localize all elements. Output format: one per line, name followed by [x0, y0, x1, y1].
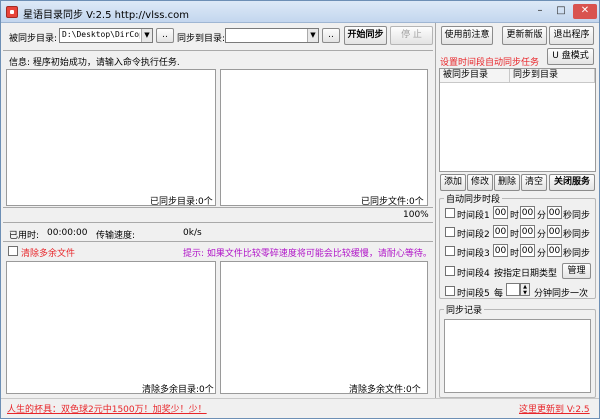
browse-target-button[interactable]: .. — [322, 28, 340, 43]
slot3-label: 时间段3 — [457, 249, 490, 259]
footer-update-link[interactable]: 这里更新到 V:2.5 — [519, 402, 590, 415]
spinner-icon[interactable]: ▲ ▼ — [520, 283, 530, 296]
progress-text: 100% — [403, 210, 429, 220]
browse-source-button[interactable]: .. — [156, 28, 174, 43]
slot4-label: 时间段4 — [457, 269, 490, 279]
target-dir-label: 同步到目录: — [177, 34, 226, 44]
slot3-second[interactable]: 00 — [547, 244, 562, 257]
slot1-hour[interactable]: 00 — [493, 206, 508, 219]
slot2-hour[interactable]: 00 — [493, 225, 508, 238]
slot1-label: 时间段1 — [457, 211, 490, 221]
main-window: 星语目录同步 V:2.5 http://vlss.com – □ ✕ 被同步目录… — [0, 0, 600, 419]
slot3-hour[interactable]: 00 — [493, 244, 508, 257]
chevron-down-icon[interactable]: ▼ — [141, 29, 152, 42]
maximize-button[interactable]: □ — [552, 4, 570, 19]
slot2-second[interactable]: 00 — [547, 225, 562, 238]
synced-dirs-count: 已同步目录:0个 — [150, 197, 213, 207]
slot5-interval-input[interactable] — [506, 283, 520, 296]
divider — [3, 50, 433, 51]
sync-log-area[interactable] — [444, 319, 591, 393]
target-files-panel[interactable] — [220, 69, 428, 206]
slot4-checkbox[interactable] — [445, 266, 455, 276]
notice-button[interactable]: 使用前注意 — [441, 26, 493, 45]
cleared-files-count: 清除多余文件:0个 — [349, 385, 421, 395]
slot5-suffix: 分钟同步一次 — [534, 289, 589, 299]
stop-button[interactable]: 停 止 — [390, 26, 433, 45]
clear-extra-label[interactable]: 清除多余文件 — [21, 246, 75, 259]
slot1-minute[interactable]: 00 — [520, 206, 535, 219]
exit-button[interactable]: 退出程序 — [549, 26, 594, 45]
slot5-checkbox[interactable] — [445, 286, 455, 296]
add-task-button[interactable]: 添加 — [440, 174, 466, 191]
divider — [3, 207, 433, 208]
slot3-minute[interactable]: 00 — [520, 244, 535, 257]
slot2-minute[interactable]: 00 — [520, 225, 535, 238]
source-files-panel[interactable] — [6, 69, 216, 206]
second-sync-unit: 秒同步 — [563, 230, 591, 240]
delete-task-button[interactable]: 删除 — [494, 174, 520, 191]
slot2-label: 时间段2 — [457, 230, 490, 240]
extra-dirs-panel[interactable] — [6, 261, 216, 394]
column-divider — [435, 23, 436, 398]
auto-task-text: 设置时间段自动同步任务 — [440, 58, 540, 68]
cleared-dirs-count: 清除多余目录:0个 — [142, 385, 214, 395]
time-used-label: 已用时: — [9, 231, 40, 241]
column-header-target[interactable]: 同步到目录 — [510, 69, 595, 83]
target-dir-combo[interactable]: ▼ — [225, 28, 319, 43]
update-button[interactable]: 更新新版 — [502, 26, 547, 45]
synced-files-count: 已同步文件:0个 — [361, 197, 424, 207]
close-button[interactable]: ✕ — [573, 4, 597, 19]
start-sync-button[interactable]: 开始同步 — [344, 26, 387, 45]
source-dir-combo[interactable]: D:\Desktop\DirCopy ▼ — [59, 28, 153, 43]
slot2-checkbox[interactable] — [445, 227, 455, 237]
edit-task-button[interactable]: 修改 — [467, 174, 493, 191]
manage-button[interactable]: 管理 — [562, 263, 591, 279]
every-label: 每 — [494, 289, 504, 299]
source-dir-value: D:\Desktop\DirCopy — [62, 30, 140, 39]
minute-unit: 分 — [537, 249, 547, 259]
source-dir-label: 被同步目录: — [9, 34, 58, 44]
info-text: 信息: 程序初始成功，请输入命令执行任务. — [9, 58, 180, 68]
close-service-button[interactable]: 关闭服务 — [549, 174, 595, 191]
hour-unit: 时 — [510, 230, 520, 240]
column-header-source[interactable]: 被同步目录 — [440, 69, 510, 83]
chevron-down-icon[interactable]: ▼ — [307, 29, 318, 42]
slot5-label: 时间段5 — [457, 289, 490, 299]
minute-unit: 分 — [537, 211, 547, 221]
second-sync-unit: 秒同步 — [563, 249, 591, 259]
app-icon — [6, 6, 18, 18]
footer-divider — [1, 398, 599, 399]
speed-label: 传输速度: — [96, 231, 136, 241]
divider — [3, 241, 433, 242]
speed-value: 0k/s — [183, 228, 202, 238]
divider — [3, 222, 433, 223]
hour-unit: 时 — [510, 211, 520, 221]
hour-unit: 时 — [510, 249, 520, 259]
hint-text: 提示: 如果文件比较零碎速度将可能会比较缓慢，请耐心等待。 — [183, 249, 432, 259]
slot1-checkbox[interactable] — [445, 208, 455, 218]
minimize-button[interactable]: – — [531, 4, 549, 19]
footer-lottery-link[interactable]: 人生的杯具：双色球2元中1500万！加奖少！少！ — [7, 402, 207, 415]
extra-files-panel[interactable] — [220, 261, 428, 394]
slot3-checkbox[interactable] — [445, 246, 455, 256]
task-list[interactable]: 被同步目录 同步到目录 — [439, 68, 596, 172]
title-bar[interactable]: 星语目录同步 V:2.5 http://vlss.com – □ ✕ — [1, 1, 599, 23]
window-title: 星语目录同步 V:2.5 http://vlss.com — [23, 10, 189, 21]
clear-tasks-button[interactable]: 清空 — [521, 174, 547, 191]
udisk-mode-button[interactable]: U 盘模式 — [547, 48, 594, 65]
second-sync-unit: 秒同步 — [563, 211, 591, 221]
slot4-date-type-text: 按指定日期类型 — [494, 269, 558, 279]
time-used-value: 00:00:00 — [47, 228, 88, 238]
auto-sync-title: 自动同步时段 — [444, 192, 503, 205]
slot1-second[interactable]: 00 — [547, 206, 562, 219]
sync-log-title: 同步记录 — [444, 303, 485, 316]
clear-extra-checkbox[interactable] — [8, 246, 18, 256]
minute-unit: 分 — [537, 230, 547, 240]
